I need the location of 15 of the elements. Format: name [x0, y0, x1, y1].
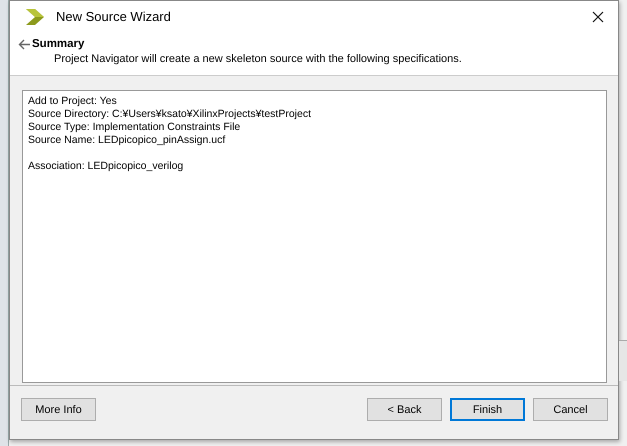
back-arrow-icon [18, 38, 31, 50]
summary-line: Add to Project: Yes [28, 95, 118, 108]
chevron-logo-icon [26, 8, 46, 24]
summary-line: Source Type: Implementation Constraints File [28, 121, 242, 134]
page-heading: Summary [32, 38, 84, 50]
page-description: Project Navigator will create a new skeleton source with the following specifications. [53, 53, 463, 65]
close-icon[interactable] [592, 10, 604, 22]
dialog-button[interactable]: Cancel [533, 398, 608, 421]
summary-line: Association: LEDpicopico_verilog [28, 160, 184, 173]
summary-line: Source Directory: C:¥Users¥ksato¥XilinxProjects¥testProject [28, 108, 312, 121]
window-title: New Source Wizard [56, 9, 171, 24]
dialog-button[interactable]: Finish [450, 398, 525, 421]
more-info-button[interactable]: More Info [21, 398, 96, 421]
dialog-button[interactable]: < Back [367, 398, 442, 421]
summary-line: Source Name: LEDpicopico_pinAssign.ucf [28, 134, 226, 147]
